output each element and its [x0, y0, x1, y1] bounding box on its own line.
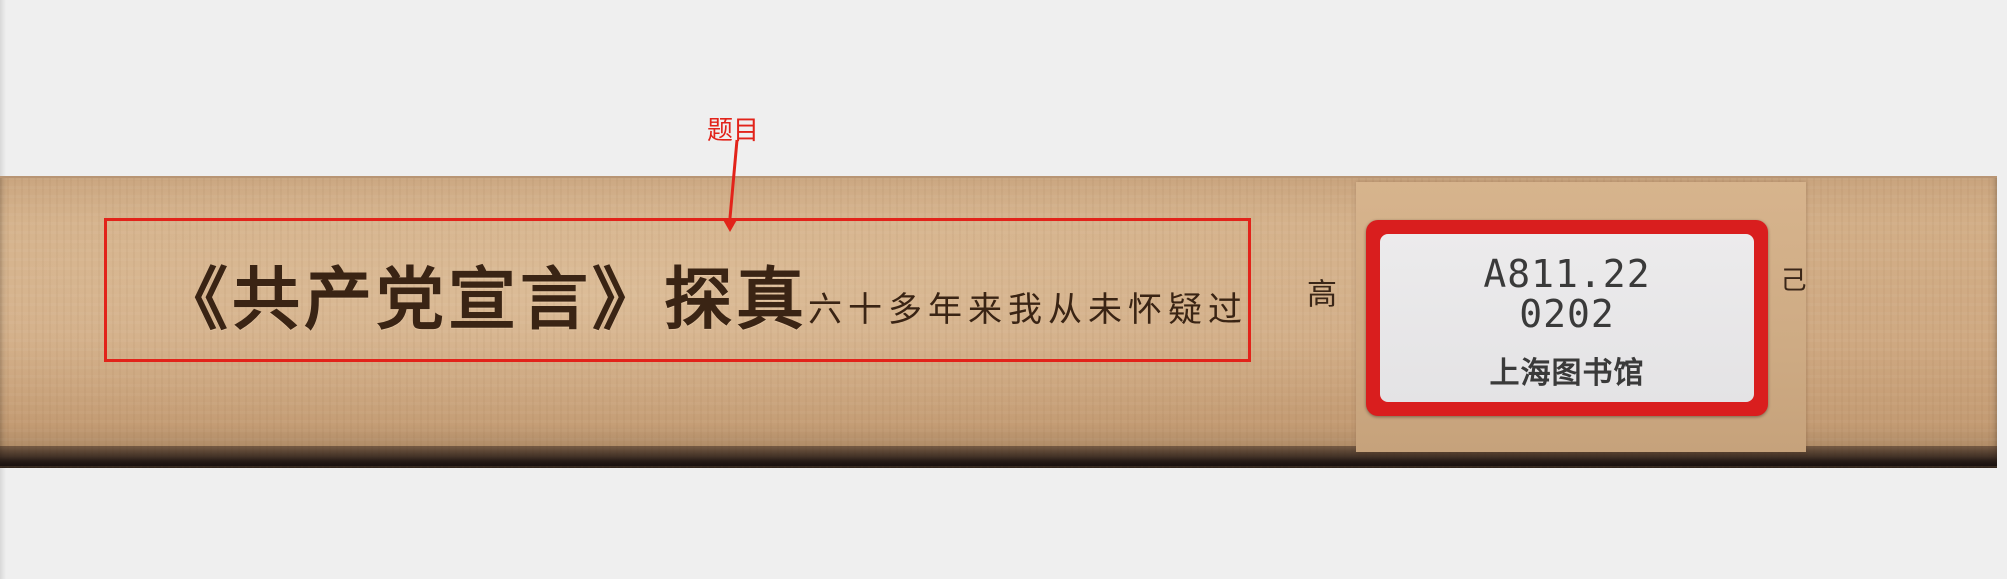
call-number-label-inner: A811.22 0202 上海图书馆	[1380, 234, 1754, 402]
library-name: 上海图书馆	[1489, 356, 1645, 391]
call-number-line2: 0202	[1519, 292, 1615, 336]
spine-side-mark: 己	[1776, 266, 1806, 292]
call-number-label: A811.22 0202 上海图书馆	[1366, 220, 1768, 416]
call-number-line1: A811.22	[1483, 252, 1651, 296]
title-annotation-label: 题目	[707, 116, 760, 146]
spine-top-mark: 高	[1301, 278, 1336, 314]
title-annotation-box	[104, 218, 1251, 362]
